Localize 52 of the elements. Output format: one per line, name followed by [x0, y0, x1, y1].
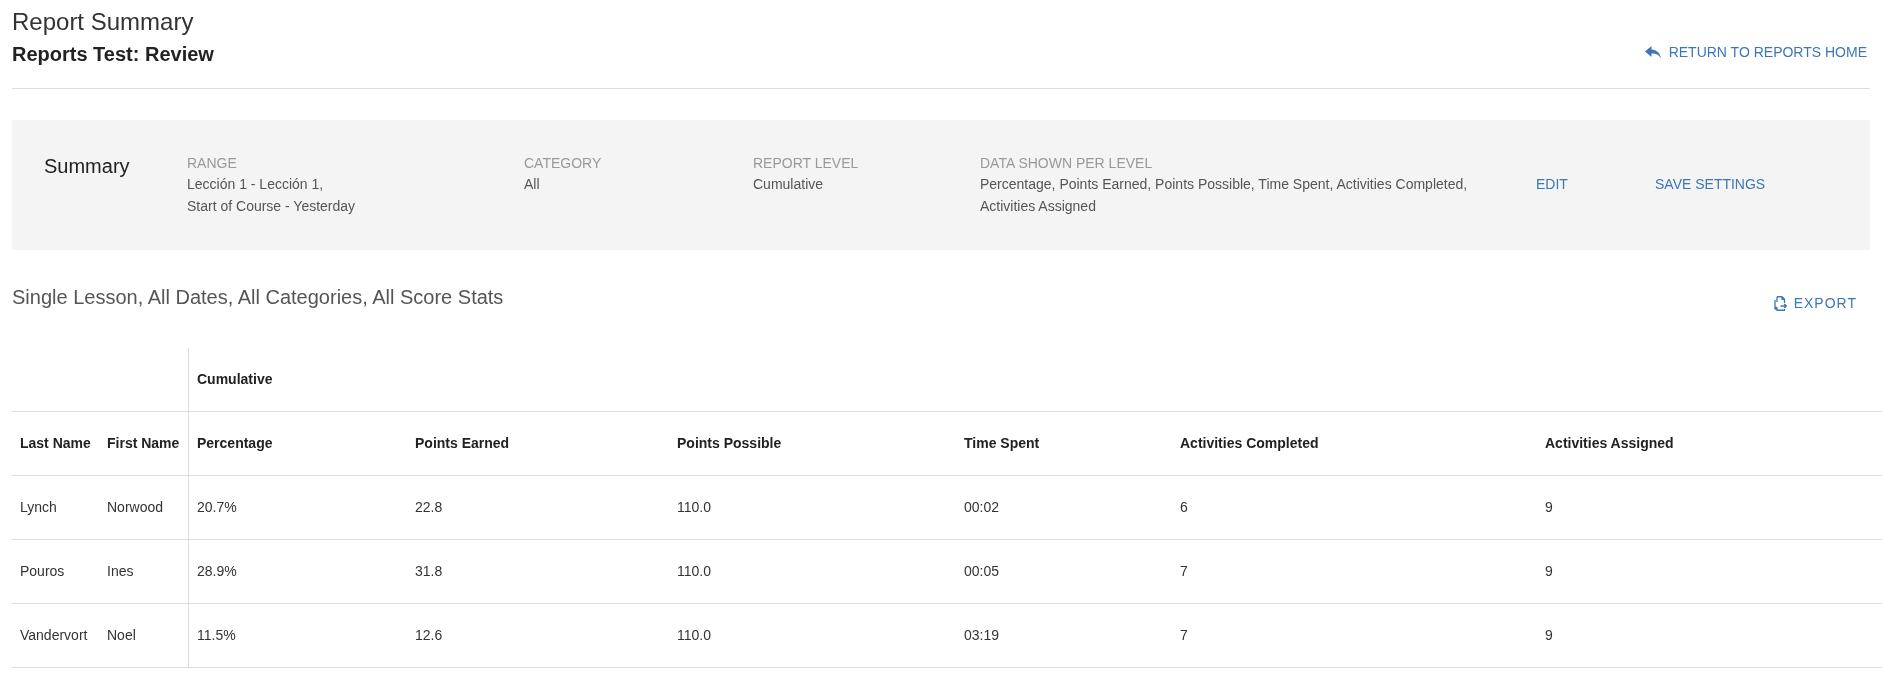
table-cell-text: 6 — [1180, 498, 1188, 517]
reply-arrow-icon — [1644, 45, 1661, 59]
table-cell-text: 110.0 — [677, 498, 711, 517]
table-cell-text: Norwood — [107, 498, 164, 517]
save-settings-link[interactable]: SAVE SETTINGS — [1655, 173, 1766, 195]
table-cell-text: Lynch — [20, 498, 57, 517]
column-header: Percentage — [197, 434, 273, 453]
table-cell-text: 00:02 — [964, 498, 1000, 517]
document-arrow-icon — [1773, 295, 1787, 311]
column-header: First Name — [107, 434, 180, 453]
table-cell-text: 00:05 — [964, 562, 1000, 581]
column-header: Points Earned — [415, 434, 510, 453]
table-cell-text: 22.8 — [415, 498, 443, 517]
return-link[interactable]: RETURN TO REPORTS HOME — [1644, 42, 1867, 62]
table-cell-text: 9 — [1545, 626, 1553, 645]
field-value: Lección 1 - Lección 1, — [187, 175, 325, 194]
column-header: Activities Assigned — [1545, 434, 1674, 453]
table-cell-text: 7 — [1180, 626, 1188, 645]
field-label: RANGE — [187, 154, 238, 173]
table-cell-text: 20.7% — [197, 498, 237, 517]
table-cell-text: 28.9% — [197, 562, 237, 581]
export-button[interactable]: EXPORT — [1773, 294, 1857, 312]
table-cell-text: 11.5% — [197, 626, 236, 645]
table-cell-text: Ines — [107, 562, 134, 581]
table-cell-text: 31.8 — [415, 562, 443, 581]
field-label: DATA SHOWN PER LEVEL — [980, 154, 1154, 173]
field-value: Start of Course - Yesterday — [187, 197, 357, 216]
column-group-header: Cumulative — [197, 370, 273, 389]
table-cell-text: 9 — [1545, 562, 1553, 581]
page-title: Report Summary — [12, 7, 195, 37]
column-header: Points Possible — [677, 434, 782, 453]
table-cell-text: 12.6 — [415, 626, 443, 645]
field-value: Percentage, Points Earned, Points Possible, Time Spent, Activities Completed, Activities Assigned — [980, 175, 1469, 216]
column-header: Time Spent — [964, 434, 1040, 453]
table-cell-text: Noel — [107, 626, 136, 645]
report-title: Single Lesson, All Dates, All Categories, All Score Stats — [12, 285, 504, 310]
column-header: Last Name — [20, 434, 91, 453]
table-cell-text: 03:19 — [964, 626, 1000, 645]
table-cell-text: 9 — [1545, 498, 1553, 517]
field-value: Cumulative — [753, 175, 825, 194]
field-label: CATEGORY — [524, 154, 603, 173]
table-cell-text: Vandervort — [20, 626, 88, 645]
report-subtitle: Reports Test: Review — [12, 42, 214, 67]
field-label: REPORT LEVEL — [753, 154, 860, 173]
edit-link[interactable]: EDIT — [1536, 173, 1568, 195]
table-cell-text: 7 — [1180, 562, 1188, 581]
table-cell-text: Pouros — [20, 562, 65, 581]
table-cell-text: 110.0 — [677, 626, 711, 645]
field-value: All — [524, 175, 541, 194]
column-header: Activities Completed — [1180, 434, 1319, 453]
table-cell-text: 110.0 — [677, 562, 711, 581]
summary-title: Summary — [44, 154, 131, 179]
